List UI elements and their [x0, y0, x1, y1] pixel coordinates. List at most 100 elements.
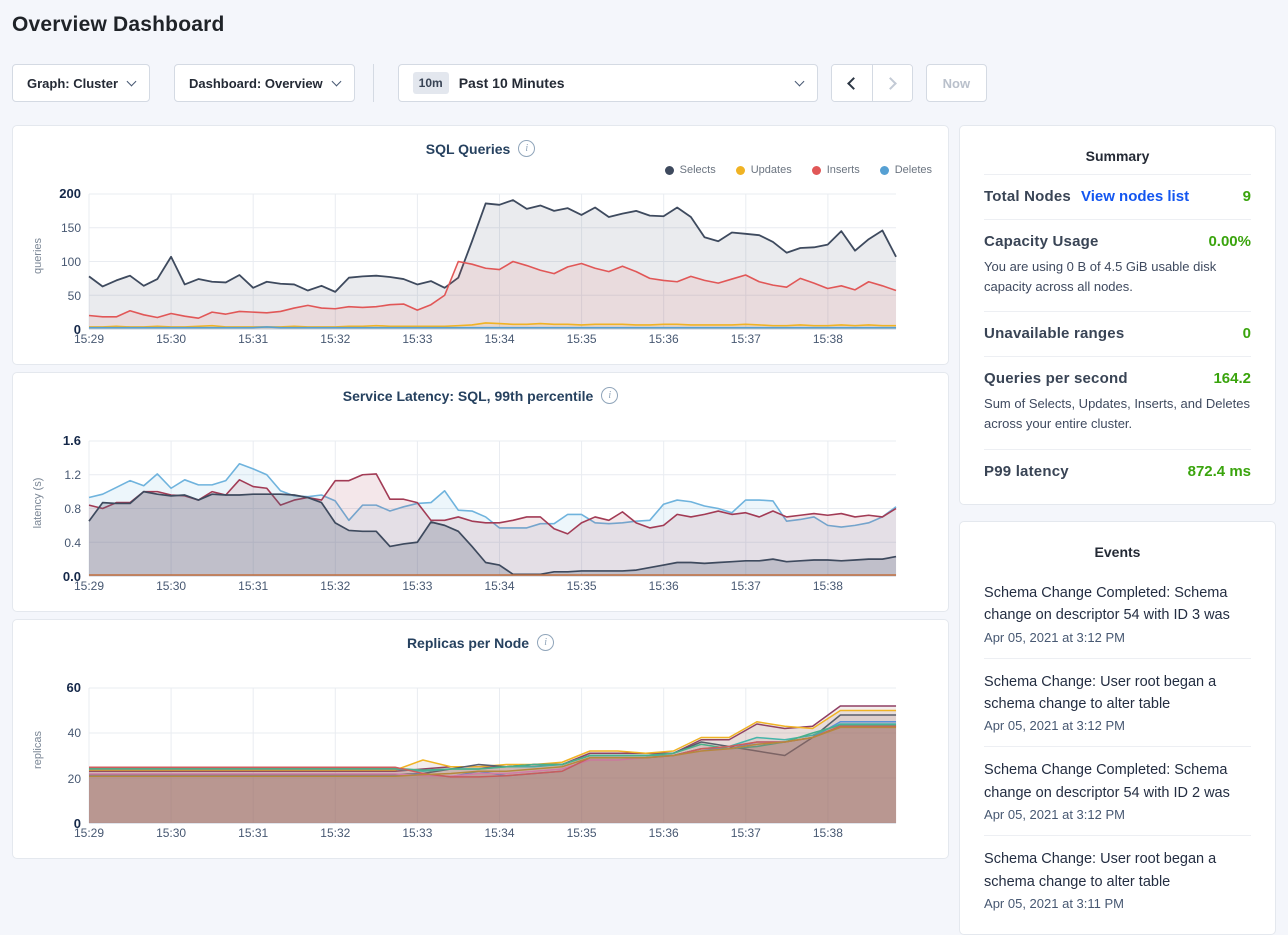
x-axis: 15:2915:3015:3115:3215:3315:3415:3515:36…	[89, 332, 896, 348]
x-tick-label: 15:33	[402, 826, 432, 840]
event-timestamp: Apr 05, 2021 at 3:12 PM	[984, 718, 1251, 733]
y-tick-label: 0.4	[64, 536, 81, 550]
event-list-item[interactable]: Schema Change: User root began a schema …	[984, 658, 1251, 747]
event-text: Schema Change: User root began a schema …	[984, 848, 1251, 893]
y-tick-label: 1.2	[64, 468, 81, 482]
summary-label: Queries per second	[984, 370, 1128, 387]
legend-dot-icon	[880, 166, 889, 175]
x-tick-label: 15:31	[238, 826, 268, 840]
chart-title: SQL Queries	[426, 141, 511, 157]
event-list-item[interactable]: Schema Change: User root began a schema …	[984, 835, 1251, 924]
summary-value: 0.00%	[1208, 233, 1251, 250]
legend-dot-icon	[812, 166, 821, 175]
y-tick-label: 200	[59, 187, 81, 201]
now-button[interactable]: Now	[926, 64, 987, 102]
events-panel: Events Schema Change Completed: Schema c…	[959, 521, 1276, 935]
charts-column: SQL Queries Selects Updates Inserts Deletes…	[12, 125, 949, 859]
y-tick-label: 20	[68, 772, 81, 786]
y-tick-label: 60	[67, 681, 81, 695]
x-tick-label: 15:34	[484, 579, 514, 593]
x-axis: 15:2915:3015:3115:3215:3315:3415:3515:36…	[89, 826, 896, 842]
summary-row: Total NodesView nodes list9	[984, 174, 1251, 219]
summary-panel: Summary Total NodesView nodes list9Capac…	[959, 125, 1276, 505]
graph-dropdown[interactable]: Graph: Cluster	[12, 64, 150, 102]
x-tick-label: 15:34	[484, 332, 514, 346]
x-tick-label: 15:30	[156, 332, 186, 346]
legend-label: Deletes	[895, 164, 932, 176]
x-tick-label: 15:37	[731, 579, 761, 593]
legend-item-updates[interactable]: Updates	[736, 164, 792, 176]
x-tick-label: 15:33	[402, 332, 432, 346]
x-axis: 15:2915:3015:3115:3215:3315:3415:3515:36…	[89, 579, 896, 595]
chevron-down-icon	[794, 76, 804, 86]
y-axis-title: queries	[32, 211, 44, 301]
summary-label: P99 latency	[984, 463, 1069, 480]
event-text: Schema Change Completed: Schema change o…	[984, 582, 1251, 627]
info-icon[interactable]	[518, 140, 535, 157]
legend-label: Inserts	[827, 164, 860, 176]
x-tick-label: 15:33	[402, 579, 432, 593]
y-axis: latency (s) 1.61.20.80.40.0	[13, 441, 89, 577]
summary-label: Capacity Usage	[984, 233, 1099, 250]
time-range-badge: 10m	[413, 72, 449, 94]
x-tick-label: 15:30	[156, 579, 186, 593]
x-tick-label: 15:36	[649, 826, 679, 840]
toolbar-divider	[373, 64, 374, 102]
y-tick-label: 100	[61, 255, 81, 269]
x-tick-label: 15:32	[320, 332, 350, 346]
time-range-label: Past 10 Minutes	[459, 75, 565, 91]
legend-item-selects[interactable]: Selects	[665, 164, 716, 176]
time-forward-button[interactable]	[872, 65, 912, 101]
x-tick-label: 15:38	[813, 332, 843, 346]
x-tick-label: 15:29	[74, 826, 104, 840]
summary-description: Sum of Selects, Updates, Inserts, and De…	[984, 394, 1251, 434]
y-tick-label: 0.8	[64, 502, 81, 516]
summary-value: 164.2	[1213, 370, 1251, 387]
chart-title: Replicas per Node	[407, 635, 529, 651]
graph-dropdown-label: Graph: Cluster	[27, 76, 118, 91]
x-tick-label: 15:30	[156, 826, 186, 840]
legend-item-inserts[interactable]: Inserts	[812, 164, 860, 176]
chart-plot-area[interactable]	[89, 194, 896, 330]
x-tick-label: 15:38	[813, 826, 843, 840]
series-line-Deletes	[89, 327, 896, 328]
x-tick-label: 15:31	[238, 579, 268, 593]
x-tick-label: 15:34	[484, 826, 514, 840]
y-axis: replicas 6040200	[13, 688, 89, 824]
x-tick-label: 15:35	[567, 826, 597, 840]
info-icon[interactable]	[537, 634, 554, 651]
time-range-dropdown[interactable]: 10m Past 10 Minutes	[398, 64, 818, 102]
x-tick-label: 15:31	[238, 332, 268, 346]
dashboard-dropdown-label: Dashboard: Overview	[189, 76, 323, 91]
summary-row: P99 latency 872.4 ms	[984, 449, 1251, 494]
events-heading: Events	[984, 538, 1251, 570]
toolbar: Graph: Cluster Dashboard: Overview 10m P…	[12, 64, 1288, 102]
y-tick-label: 1.6	[63, 434, 81, 448]
legend-item-deletes[interactable]: Deletes	[880, 164, 932, 176]
time-back-button[interactable]	[832, 65, 872, 101]
x-tick-label: 15:38	[813, 579, 843, 593]
replicas-per-node-chart-panel: Replicas per Node replicas 6040200 15:29…	[12, 619, 949, 859]
x-tick-label: 15:29	[74, 332, 104, 346]
x-tick-label: 15:37	[731, 826, 761, 840]
view-nodes-list-link[interactable]: View nodes list	[1081, 188, 1189, 205]
chart-plot-area[interactable]	[89, 441, 896, 577]
dashboard-dropdown[interactable]: Dashboard: Overview	[174, 64, 355, 102]
summary-label: Total Nodes	[984, 188, 1071, 205]
event-timestamp: Apr 05, 2021 at 3:11 PM	[984, 896, 1251, 911]
y-axis: queries 200150100500	[13, 194, 89, 330]
summary-row: Capacity Usage0.00%You are using 0 B of …	[984, 219, 1251, 311]
y-tick-label: 150	[61, 221, 81, 235]
event-text: Schema Change: User root began a schema …	[984, 671, 1251, 716]
chart-canvas	[89, 441, 896, 576]
chevron-down-icon	[331, 76, 341, 86]
event-list-item[interactable]: Schema Change Completed: Schema change o…	[984, 570, 1251, 658]
summary-value: 872.4 ms	[1188, 463, 1251, 480]
event-timestamp: Apr 05, 2021 at 3:12 PM	[984, 630, 1251, 645]
info-icon[interactable]	[601, 387, 618, 404]
summary-value: 0	[1243, 325, 1251, 342]
y-axis-title: latency (s)	[32, 458, 44, 548]
chart-title: Service Latency: SQL, 99th percentile	[343, 388, 594, 404]
chart-plot-area[interactable]	[89, 688, 896, 824]
event-list-item[interactable]: Schema Change Completed: Schema change o…	[984, 746, 1251, 835]
